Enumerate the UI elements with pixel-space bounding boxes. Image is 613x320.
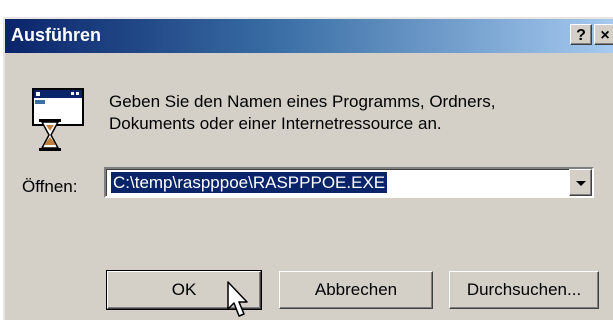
open-combobox[interactable]: C:\temp\raspppoe\RASPPPOE.EXE <box>104 167 594 198</box>
browse-button[interactable]: Durchsuchen... <box>449 271 599 309</box>
dialog-title: Ausführen <box>11 25 101 45</box>
open-input[interactable]: C:\temp\raspppoe\RASPPPOE.EXE <box>111 172 388 193</box>
close-button[interactable]: × <box>594 24 613 45</box>
dropdown-button[interactable] <box>569 169 592 196</box>
cancel-button[interactable]: Abbrechen <box>279 271 433 309</box>
instruction-line-1: Geben Sie den Namen eines Programms, Ord… <box>109 92 496 111</box>
open-field-label: Öffnen: <box>22 177 78 196</box>
run-dialog: Ausführen ? × Geben Sie den Namen eines … <box>3 17 613 320</box>
mouse-pointer-icon <box>227 281 248 317</box>
instruction-line-2: Dokuments oder einer Internetressource a… <box>109 114 442 133</box>
title-bar[interactable]: Ausführen ? × <box>5 19 613 53</box>
run-program-hourglass-icon <box>32 88 84 151</box>
help-button[interactable]: ? <box>570 24 592 45</box>
instruction-text: Geben Sie den Namen eines Programms, Ord… <box>109 91 495 135</box>
chevron-down-icon <box>576 181 586 186</box>
